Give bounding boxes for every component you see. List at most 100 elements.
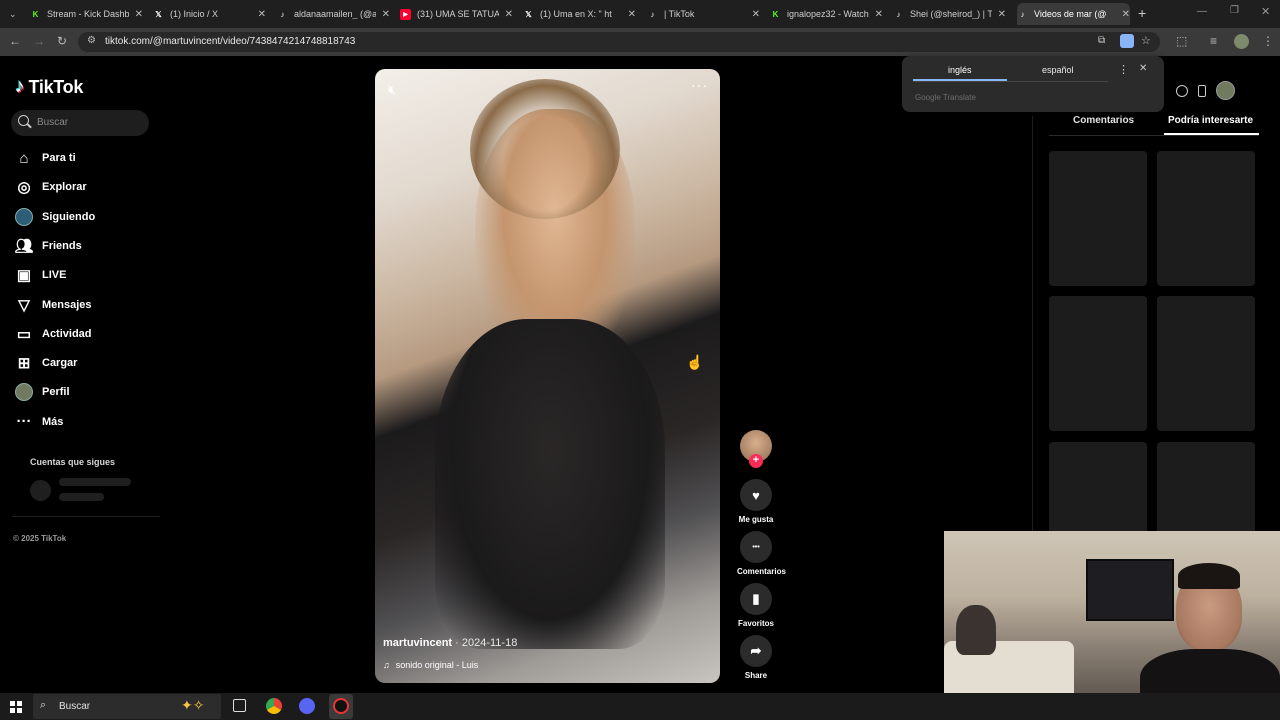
close-tab-icon[interactable]: ✕ <box>998 9 1006 20</box>
search-box[interactable]: Buscar <box>11 110 149 136</box>
tab-search-button[interactable]: ⌄ <box>4 3 22 25</box>
new-tab-button[interactable]: + <box>1138 5 1146 21</box>
follow-plus-icon[interactable]: + <box>749 454 763 468</box>
close-tab-icon[interactable]: ✕ <box>628 9 636 20</box>
install-app-icon[interactable]: ⧉ <box>1098 35 1105 46</box>
sidebar-item-actividad[interactable]: ▭ Actividad <box>15 323 92 345</box>
url-text[interactable]: tiktok.com/@martuvincent/video/743847421… <box>105 36 355 47</box>
chrome-taskbar-icon[interactable] <box>266 698 282 714</box>
translate-lang-to[interactable]: español <box>1042 65 1074 75</box>
close-tab-icon[interactable]: ✕ <box>875 9 883 20</box>
minimize-button[interactable]: — <box>1197 6 1207 17</box>
translate-close-icon[interactable]: ✕ <box>1139 63 1147 74</box>
discord-taskbar-icon[interactable] <box>299 698 315 714</box>
close-tab-icon[interactable]: ✕ <box>382 9 390 20</box>
obs-icon-circle <box>333 698 349 714</box>
home-icon: ⌂ <box>19 149 29 167</box>
explore-icon[interactable] <box>1176 84 1188 97</box>
browser-tab[interactable]: 𝕏 (1) Inicio / X ✕ <box>153 3 266 25</box>
share-button[interactable]: ➦ Share <box>737 635 775 680</box>
browser-tab[interactable]: ♪ Shei (@sheirod_) | T ✕ <box>893 3 1007 25</box>
tiktok-icon: ♪ <box>650 9 655 19</box>
browser-tab[interactable]: ♪ Videos de mar (@ ✕ <box>1017 3 1130 25</box>
browser-tab-strip: ⌄ K Stream - Kick Dashb ✕ 𝕏 (1) Inicio / X ✕ ♪… <box>0 0 1280 28</box>
close-tab-icon[interactable]: ✕ <box>505 9 513 20</box>
site-info-icon[interactable]: ⚙ <box>87 35 96 46</box>
mute-icon[interactable]: 🔇︎ <box>388 82 396 98</box>
windows-start-icon[interactable] <box>10 701 22 713</box>
browser-menu-icon[interactable]: ⋮ <box>1262 34 1274 48</box>
favoritos-button[interactable]: ▮ Favoritos <box>737 583 775 628</box>
close-tab-icon[interactable]: ✕ <box>752 9 760 20</box>
suggested-thumbnail-placeholder[interactable] <box>1157 296 1255 431</box>
sidebar-item-para-ti[interactable]: ⌂ Para ti <box>15 147 75 169</box>
translate-tabs-line <box>913 81 1108 82</box>
tab-suggested[interactable]: Podría interesarte <box>1168 115 1253 126</box>
share-icon: ➦ <box>740 635 772 667</box>
avatar-icon <box>15 383 33 402</box>
user-avatar[interactable] <box>1216 81 1235 100</box>
sidebar-item-perfil[interactable]: Perfil <box>15 381 70 403</box>
following-skeleton-avatar <box>30 480 51 501</box>
translate-options-icon[interactable]: ⋮ <box>1118 63 1129 76</box>
suggested-thumbnail-placeholder[interactable] <box>1157 151 1255 286</box>
sidebar-item-mensajes[interactable]: ▽ Mensajes <box>15 294 91 316</box>
webcam-overlay <box>944 531 1280 720</box>
suggested-thumbnail-placeholder[interactable] <box>1049 151 1147 286</box>
me-gusta-button[interactable]: ♥ Me gusta <box>737 479 775 524</box>
sound-name: sonido original - Luis <box>395 660 479 670</box>
media-controls-icon[interactable]: ≡ <box>1210 34 1217 48</box>
x-icon: 𝕏 <box>155 9 162 19</box>
translate-lang-from[interactable]: inglés <box>948 65 972 75</box>
address-bar[interactable]: ⚙ tiktok.com/@martuvincent/video/7438474… <box>78 32 1160 52</box>
suggested-thumbnail-placeholder[interactable] <box>1049 296 1147 431</box>
sidebar-item-live[interactable]: ▣ LIVE <box>15 264 67 286</box>
translate-icon[interactable] <box>1120 34 1134 48</box>
back-icon[interactable]: ← <box>9 34 21 48</box>
tiktok-logo[interactable]: ♪ TikTok <box>15 76 83 98</box>
comentarios-button[interactable]: ••• Comentarios <box>737 531 786 576</box>
browser-tab[interactable]: ▶ (31) UMA SE TATUA ✕ <box>400 3 513 25</box>
tab-title: Stream - Kick Dashb <box>47 9 129 19</box>
video-sound[interactable]: ♫ sonido original - Luis <box>383 660 478 670</box>
video-player[interactable]: 🔇︎ ··· martuvincent · 2024-11-18 ♫ sonid… <box>375 69 720 683</box>
device-icon[interactable] <box>1198 84 1206 97</box>
close-tab-icon[interactable]: ✕ <box>1122 9 1130 20</box>
browser-tab[interactable]: Kignalopez32 - Watch ✕ <box>770 3 883 25</box>
right-panel-header-line <box>1049 135 1259 136</box>
close-window-button[interactable]: ✕ <box>1261 5 1270 18</box>
following-skeleton-line <box>59 478 131 486</box>
chevron-down-icon: ⌄ <box>9 8 17 19</box>
close-tab-icon[interactable]: ✕ <box>135 9 143 20</box>
sidebar-item-cargar[interactable]: ⊞ Cargar <box>15 352 78 374</box>
extensions-icon[interactable]: ⬚ <box>1176 34 1187 48</box>
right-panel-divider <box>1032 116 1033 596</box>
video-username[interactable]: martuvincent <box>383 637 452 649</box>
search-placeholder: Buscar <box>37 117 69 128</box>
browser-tab[interactable]: 𝕏 (1) Uma en X: " ht ✕ <box>523 3 636 25</box>
bookmark-star-icon[interactable]: ☆ <box>1141 34 1151 47</box>
close-tab-icon[interactable]: ✕ <box>258 9 266 20</box>
sidebar-item-label: Friends <box>42 239 82 252</box>
profile-avatar[interactable] <box>1234 34 1249 49</box>
browser-tab[interactable]: ♪ aldanaamailen_ (@ak ✕ <box>277 3 391 25</box>
forward-icon[interactable]: → <box>33 34 45 48</box>
translate-popup: inglés español ⋮ ✕ Google Translate <box>902 56 1164 112</box>
taskbar-search-box[interactable]: ⌕ Buscar ✦✧ <box>33 694 221 719</box>
sidebar-item-m-s[interactable]: ··· Más <box>15 411 64 433</box>
send-icon: ▽ <box>18 296 30 314</box>
sidebar-item-friends[interactable]: 👥︎ Friends <box>14 235 82 257</box>
tab-comments[interactable]: Comentarios <box>1073 115 1134 126</box>
tab-title: (1) Inicio / X <box>170 9 219 19</box>
obs-taskbar-icon[interactable] <box>329 694 353 719</box>
more-options-icon[interactable]: ··· <box>691 77 708 93</box>
sidebar-item-explorar[interactable]: ◎ Explorar <box>15 176 86 198</box>
task-view-icon[interactable] <box>233 699 246 712</box>
reload-icon[interactable]: ↻ <box>57 34 67 48</box>
browser-tab[interactable]: ♪ | TikTok ✕ <box>647 3 761 25</box>
tab-title: Videos de mar (@ <box>1034 9 1107 19</box>
maximize-button[interactable]: ❐ <box>1230 5 1239 16</box>
sidebar-divider <box>12 516 160 517</box>
browser-tab[interactable]: K Stream - Kick Dashb ✕ <box>30 3 143 25</box>
sidebar-item-siguiendo[interactable]: Siguiendo <box>15 206 95 228</box>
